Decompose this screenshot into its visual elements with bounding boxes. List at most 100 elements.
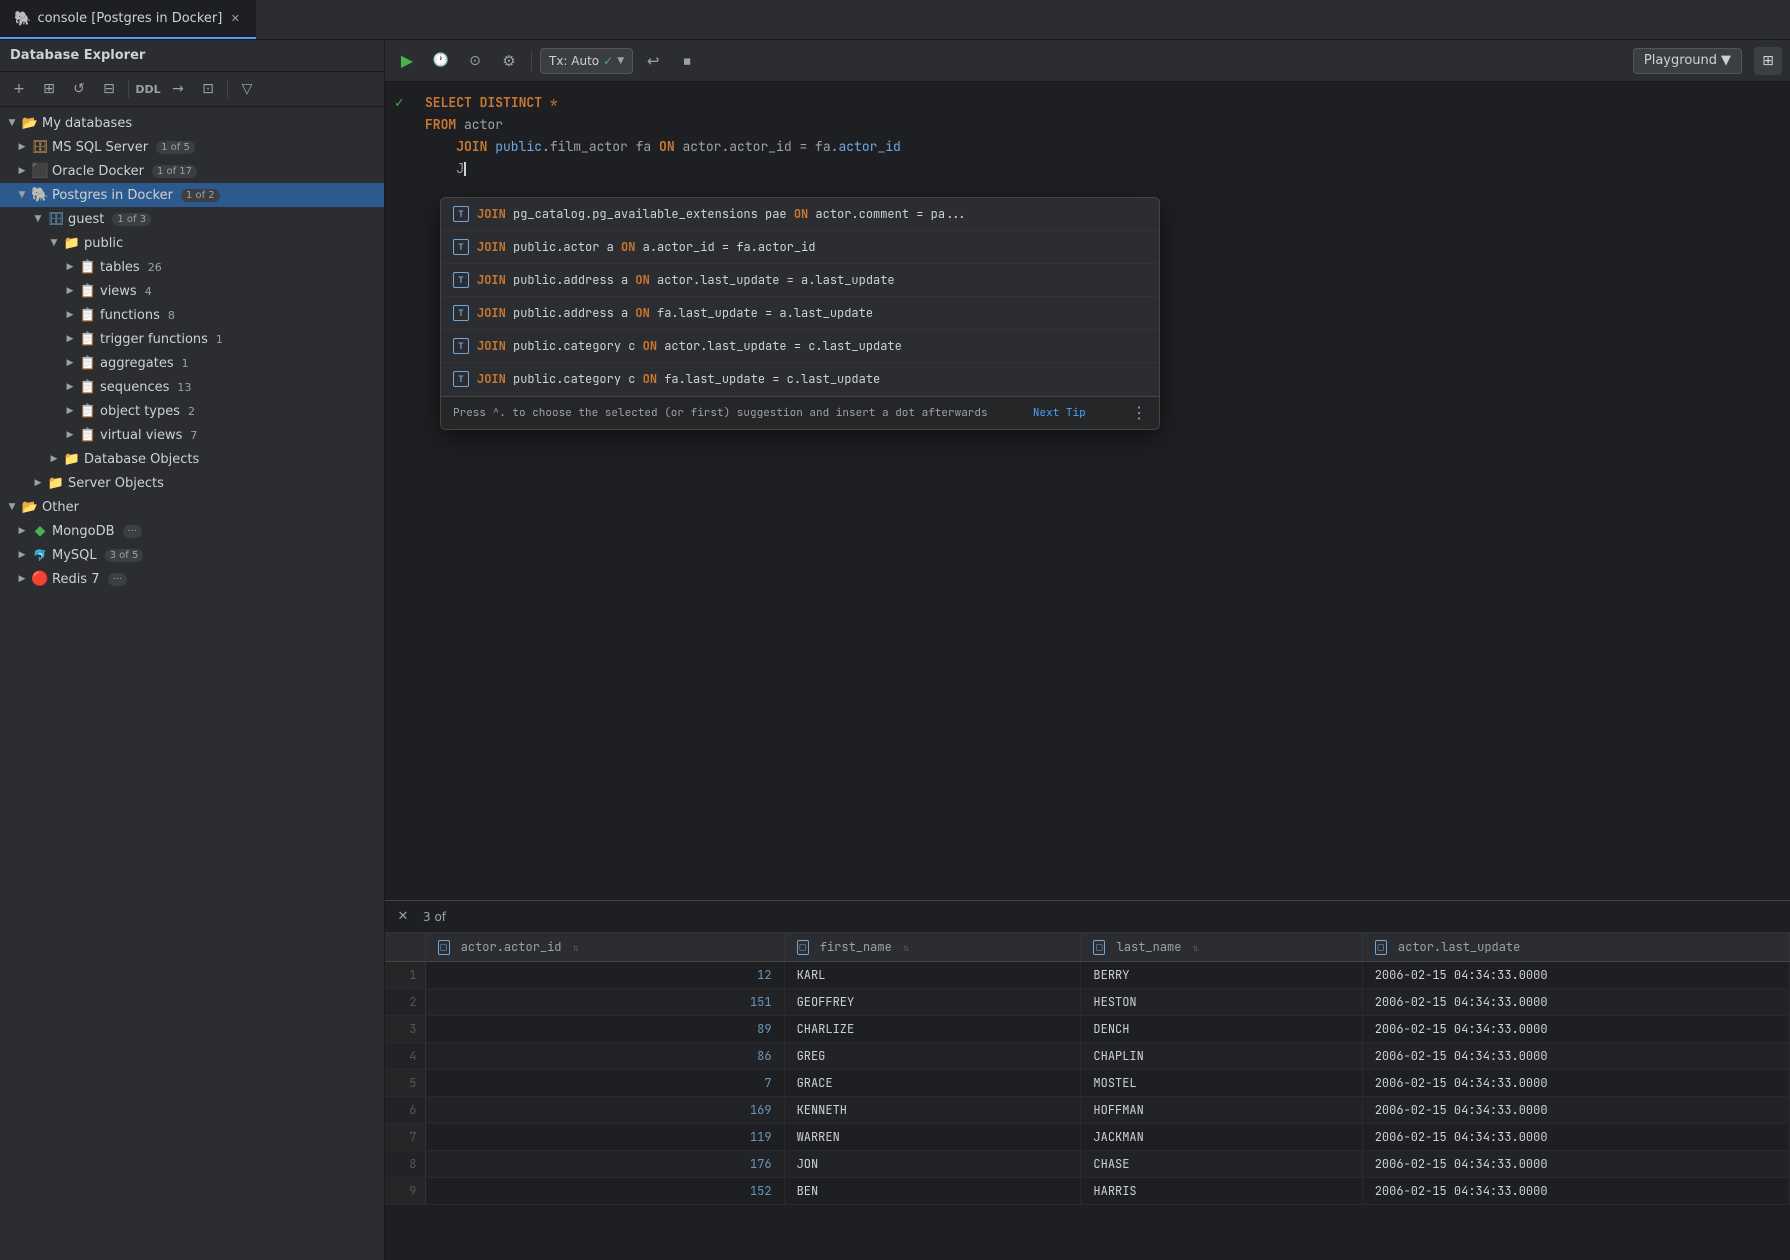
schema-button[interactable]: ⊟ bbox=[96, 76, 122, 102]
guest-schema-item[interactable]: 🗄 guest 1 of 3 bbox=[0, 207, 384, 231]
agg-count: 1 bbox=[182, 357, 189, 370]
jump-button[interactable]: → bbox=[165, 76, 191, 102]
table-row[interactable]: 5 7 GRACE MOSTEL 2006-02-15 04:34:33.000… bbox=[385, 1070, 1790, 1097]
ac-item-2[interactable]: T JOIN public.actor a ON a.actor_id = fa… bbox=[441, 231, 1159, 264]
actor-table: actor bbox=[456, 114, 503, 136]
my-databases-folder[interactable]: 📂 My databases bbox=[0, 111, 384, 135]
console-tab[interactable]: 🐘 console [Postgres in Docker] ✕ bbox=[0, 0, 256, 39]
editor-area: ✓ SELECT DISTINCT * FROM actor JOIN publ… bbox=[385, 82, 1790, 1260]
ac-text-6: JOIN public.category c ON fa.last_update… bbox=[477, 368, 880, 390]
table-row[interactable]: 9 152 BEN HARRIS 2006-02-15 04:34:33.000… bbox=[385, 1178, 1790, 1205]
trigger-label: trigger functions bbox=[100, 332, 208, 347]
table-row[interactable]: 6 169 KENNETH HOFFMAN 2006-02-15 04:34:3… bbox=[385, 1097, 1790, 1124]
redis-chevron bbox=[16, 573, 28, 585]
table-row[interactable]: 8 176 JON CHASE 2006-02-15 04:34:33.0000 bbox=[385, 1151, 1790, 1178]
vv-label: virtual views bbox=[100, 428, 182, 443]
toolbar-separator-2 bbox=[227, 80, 228, 98]
last-name-cell: DENCH bbox=[1081, 1016, 1362, 1043]
explain-button[interactable]: ⊙ bbox=[461, 47, 489, 75]
sql-editor-button[interactable]: ⊡ bbox=[195, 76, 221, 102]
ac-more-button[interactable]: ⋮ bbox=[1131, 402, 1147, 424]
mongodb-item[interactable]: ◆ MongoDB ··· bbox=[0, 519, 384, 543]
vv-icon: 📋 bbox=[80, 427, 96, 443]
redis-item[interactable]: 🔴 Redis 7 ··· bbox=[0, 567, 384, 591]
col-icon-first-name: □ bbox=[797, 940, 809, 955]
grid-view-button[interactable]: ⊞ bbox=[1754, 47, 1782, 75]
database-objects-folder[interactable]: 📁 Database Objects bbox=[0, 447, 384, 471]
stop-button[interactable]: ⏹ bbox=[673, 47, 701, 75]
last-update-header[interactable]: □ actor.last_update bbox=[1362, 933, 1789, 962]
pin-button[interactable]: ⊞ bbox=[36, 76, 62, 102]
last-name-header[interactable]: □ last_name ⇅ bbox=[1081, 933, 1362, 962]
obj-label: object types bbox=[100, 404, 180, 419]
col-icon-actor-id: □ bbox=[438, 940, 450, 955]
srvobj-chevron bbox=[32, 477, 44, 489]
object-types-folder[interactable]: 📋 object types 2 bbox=[0, 399, 384, 423]
virtual-views-folder[interactable]: 📋 virtual views 7 bbox=[0, 423, 384, 447]
ac-item-3[interactable]: T JOIN public.address a ON actor.last_up… bbox=[441, 264, 1159, 297]
table-row[interactable]: 1 12 KARL BERRY 2006-02-15 04:34:33.0000 bbox=[385, 962, 1790, 989]
tab-close-button[interactable]: ✕ bbox=[228, 12, 242, 26]
server-objects-folder[interactable]: 📁 Server Objects bbox=[0, 471, 384, 495]
other-folder[interactable]: 📂 Other bbox=[0, 495, 384, 519]
sort-icon-first-name: ⇅ bbox=[903, 941, 909, 954]
results-close-button[interactable]: ✕ bbox=[393, 907, 413, 927]
postgres-item[interactable]: 🐘 Postgres in Docker 1 of 2 bbox=[0, 183, 384, 207]
row-number: 3 bbox=[385, 1016, 425, 1043]
actor-id-header[interactable]: □ actor.actor_id ⇅ bbox=[425, 933, 784, 962]
mssql-icon: 🗄 bbox=[32, 139, 48, 155]
settings-button[interactable]: ⚙ bbox=[495, 47, 523, 75]
mssql-server-item[interactable]: 🗄 MS SQL Server 1 of 5 bbox=[0, 135, 384, 159]
public-schema-ref: public bbox=[495, 136, 542, 158]
toolbar-separator-1 bbox=[128, 80, 129, 98]
row-number: 5 bbox=[385, 1070, 425, 1097]
refresh-button[interactable]: ↺ bbox=[66, 76, 92, 102]
run-button[interactable]: ▶ bbox=[393, 47, 421, 75]
public-schema-item[interactable]: 📁 public bbox=[0, 231, 384, 255]
table-row[interactable]: 3 89 CHARLIZE DENCH 2006-02-15 04:34:33.… bbox=[385, 1016, 1790, 1043]
functions-folder[interactable]: 📋 functions 8 bbox=[0, 303, 384, 327]
ddl-button[interactable]: DDL bbox=[135, 76, 161, 102]
table-row[interactable]: 4 86 GREG CHAPLIN 2006-02-15 04:34:33.00… bbox=[385, 1043, 1790, 1070]
tx-check: ✓ bbox=[603, 54, 613, 68]
mysql-badge: 3 of 5 bbox=[105, 549, 144, 562]
seq-icon: 📋 bbox=[80, 379, 96, 395]
ac-item-1[interactable]: T JOIN pg_catalog.pg_available_extension… bbox=[441, 198, 1159, 231]
undo-button[interactable]: ↩ bbox=[639, 47, 667, 75]
ac-item-5[interactable]: T JOIN public.category c ON actor.last_u… bbox=[441, 330, 1159, 363]
add-connection-button[interactable]: + bbox=[6, 76, 32, 102]
history-button[interactable]: 🕐 bbox=[427, 47, 455, 75]
oracle-item[interactable]: ⬛ Oracle Docker 1 of 17 bbox=[0, 159, 384, 183]
main-layout: Database Explorer + ⊞ ↺ ⊟ DDL → ⊡ ▽ 📂 My… bbox=[0, 40, 1790, 1260]
next-tip-button[interactable]: Next Tip bbox=[1033, 402, 1086, 424]
trigger-functions-folder[interactable]: 📋 trigger functions 1 bbox=[0, 327, 384, 351]
ac-item-6[interactable]: T JOIN public.category c ON fa.last_upda… bbox=[441, 363, 1159, 396]
ac-item-4[interactable]: T JOIN public.address a ON fa.last_updat… bbox=[441, 297, 1159, 330]
ac-table-icon-1: T bbox=[453, 206, 469, 222]
tables-chevron bbox=[64, 261, 76, 273]
results-table-wrapper[interactable]: □ actor.actor_id ⇅ □ first_name ⇅ bbox=[385, 933, 1790, 1260]
public-label: public bbox=[84, 236, 123, 251]
code-line-4: J bbox=[385, 158, 1790, 180]
other-label: Other bbox=[42, 500, 79, 515]
table-header-row: □ actor.actor_id ⇅ □ first_name ⇅ bbox=[385, 933, 1790, 962]
last-name-cell: HOFFMAN bbox=[1081, 1097, 1362, 1124]
sequences-folder[interactable]: 📋 sequences 13 bbox=[0, 375, 384, 399]
table-row[interactable]: 2 151 GEOFFREY HESTON 2006-02-15 04:34:3… bbox=[385, 989, 1790, 1016]
mysql-item[interactable]: 🐬 MySQL 3 of 5 bbox=[0, 543, 384, 567]
tx-dropdown[interactable]: Tx: Auto ✓ ▼ bbox=[540, 48, 633, 74]
row-number: 6 bbox=[385, 1097, 425, 1124]
playground-dropdown[interactable]: Playground ▼ bbox=[1633, 48, 1742, 74]
dbobj-label: Database Objects bbox=[84, 452, 199, 467]
views-folder[interactable]: 📋 views 4 bbox=[0, 279, 384, 303]
actor-ref: actor.actor_id = fa bbox=[682, 136, 830, 158]
filter-button[interactable]: ▽ bbox=[234, 76, 260, 102]
tables-folder[interactable]: 📋 tables 26 bbox=[0, 255, 384, 279]
last-name-cell: BERRY bbox=[1081, 962, 1362, 989]
aggregates-folder[interactable]: 📋 aggregates 1 bbox=[0, 351, 384, 375]
table-row[interactable]: 7 119 WARREN JACKMAN 2006-02-15 04:34:33… bbox=[385, 1124, 1790, 1151]
col-icon-last-name: □ bbox=[1093, 940, 1105, 955]
first-name-header[interactable]: □ first_name ⇅ bbox=[784, 933, 1081, 962]
ac-table-icon-2: T bbox=[453, 239, 469, 255]
editor-content[interactable]: ✓ SELECT DISTINCT * FROM actor JOIN publ… bbox=[385, 82, 1790, 900]
